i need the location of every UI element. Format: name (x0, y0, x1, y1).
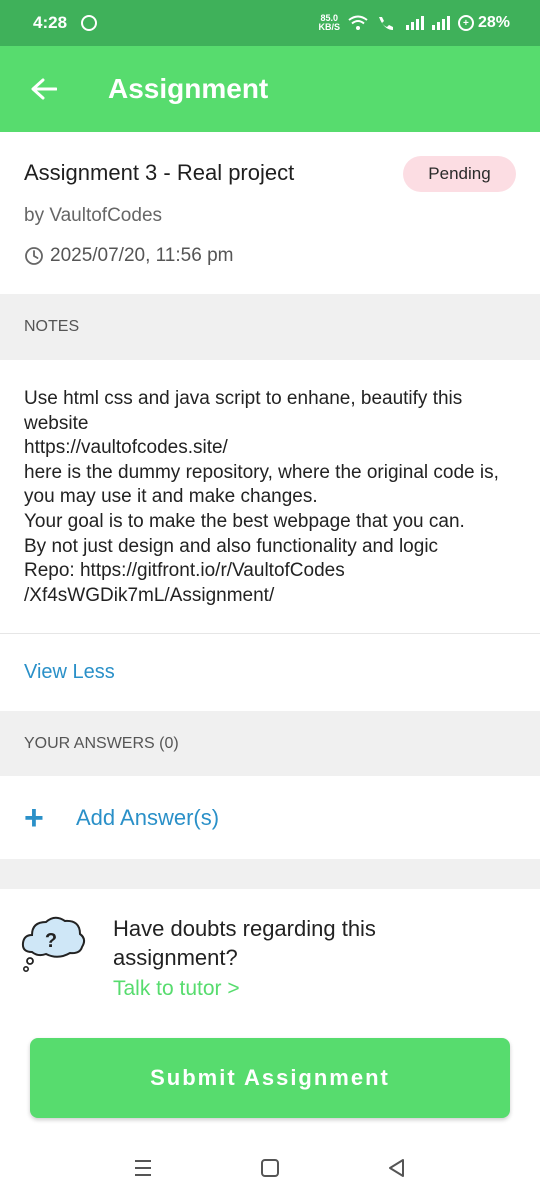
add-answer-label: Add Answer(s) (76, 805, 220, 830)
plus-icon: + (24, 799, 44, 837)
assignment-author: by VaultofCodes (24, 205, 163, 226)
signal-icon-sim1 (405, 16, 424, 30)
app-bar: Assignment (0, 46, 540, 132)
answers-section-header: YOUR ANSWERS (0) (0, 711, 540, 776)
wifi-icon (348, 15, 368, 30)
due-date: 2025/07/20, 11:56 pm (24, 245, 233, 267)
recent-apps-button[interactable] (123, 1148, 163, 1188)
battery-saver-icon: + (457, 15, 474, 31)
battery-indicator: + 28% (457, 14, 510, 32)
back-nav-button[interactable] (377, 1148, 417, 1188)
notes-text: Use html css and java script to enhane, … (24, 388, 499, 606)
status-icons: 85.0 KB/S + 28% (318, 14, 510, 32)
status-badge: Pending (403, 156, 516, 192)
divider (0, 633, 540, 634)
svg-text:?: ? (45, 930, 57, 952)
back-button[interactable] (24, 69, 64, 109)
signal-icon-sim2 (431, 16, 450, 30)
assignment-title: Assignment 3 - Real project (24, 160, 295, 185)
home-button[interactable] (250, 1148, 290, 1188)
network-speed: 85.0 KB/S (318, 13, 340, 32)
menu-icon (135, 1160, 152, 1176)
doubts-question: Have doubts regarding this assignment? (113, 916, 376, 970)
doubts-panel: ? Have doubts regarding this assignment?… (0, 888, 540, 1018)
notes-body: Use html css and java script to enhane, … (24, 387, 520, 608)
view-less-link[interactable]: View Less (24, 661, 115, 684)
clock: 4:28 (33, 13, 68, 32)
whatsapp-icon (81, 15, 98, 31)
talk-to-tutor-link[interactable]: Talk to tutor > (113, 977, 240, 1001)
wifi-calling-icon (378, 17, 393, 30)
answers-header: YOUR ANSWERS (0) (24, 734, 179, 752)
submit-assignment-button[interactable]: Submit Assignment (30, 1038, 510, 1118)
notes-section-header: NOTES (0, 294, 540, 360)
question-cloud-icon: ? (21, 916, 86, 972)
clock-icon (25, 247, 43, 265)
arrow-left-icon (31, 78, 57, 100)
triangle-back-icon (388, 1159, 404, 1177)
battery-level: 28% (477, 14, 510, 31)
system-nav-bar (0, 1136, 540, 1200)
square-icon (260, 1159, 279, 1177)
notes-header: NOTES (24, 318, 80, 335)
section-spacer (0, 859, 540, 889)
add-answer-button[interactable]: + Add Answer(s) (24, 796, 219, 840)
page-title: Assignment (108, 73, 269, 104)
assignment-header: Assignment 3 - Real project Pending by V… (0, 132, 540, 294)
status-bar: 4:28 85.0 KB/S + 28% (0, 0, 540, 46)
due-date-text: 2025/07/20, 11:56 pm (50, 245, 234, 266)
